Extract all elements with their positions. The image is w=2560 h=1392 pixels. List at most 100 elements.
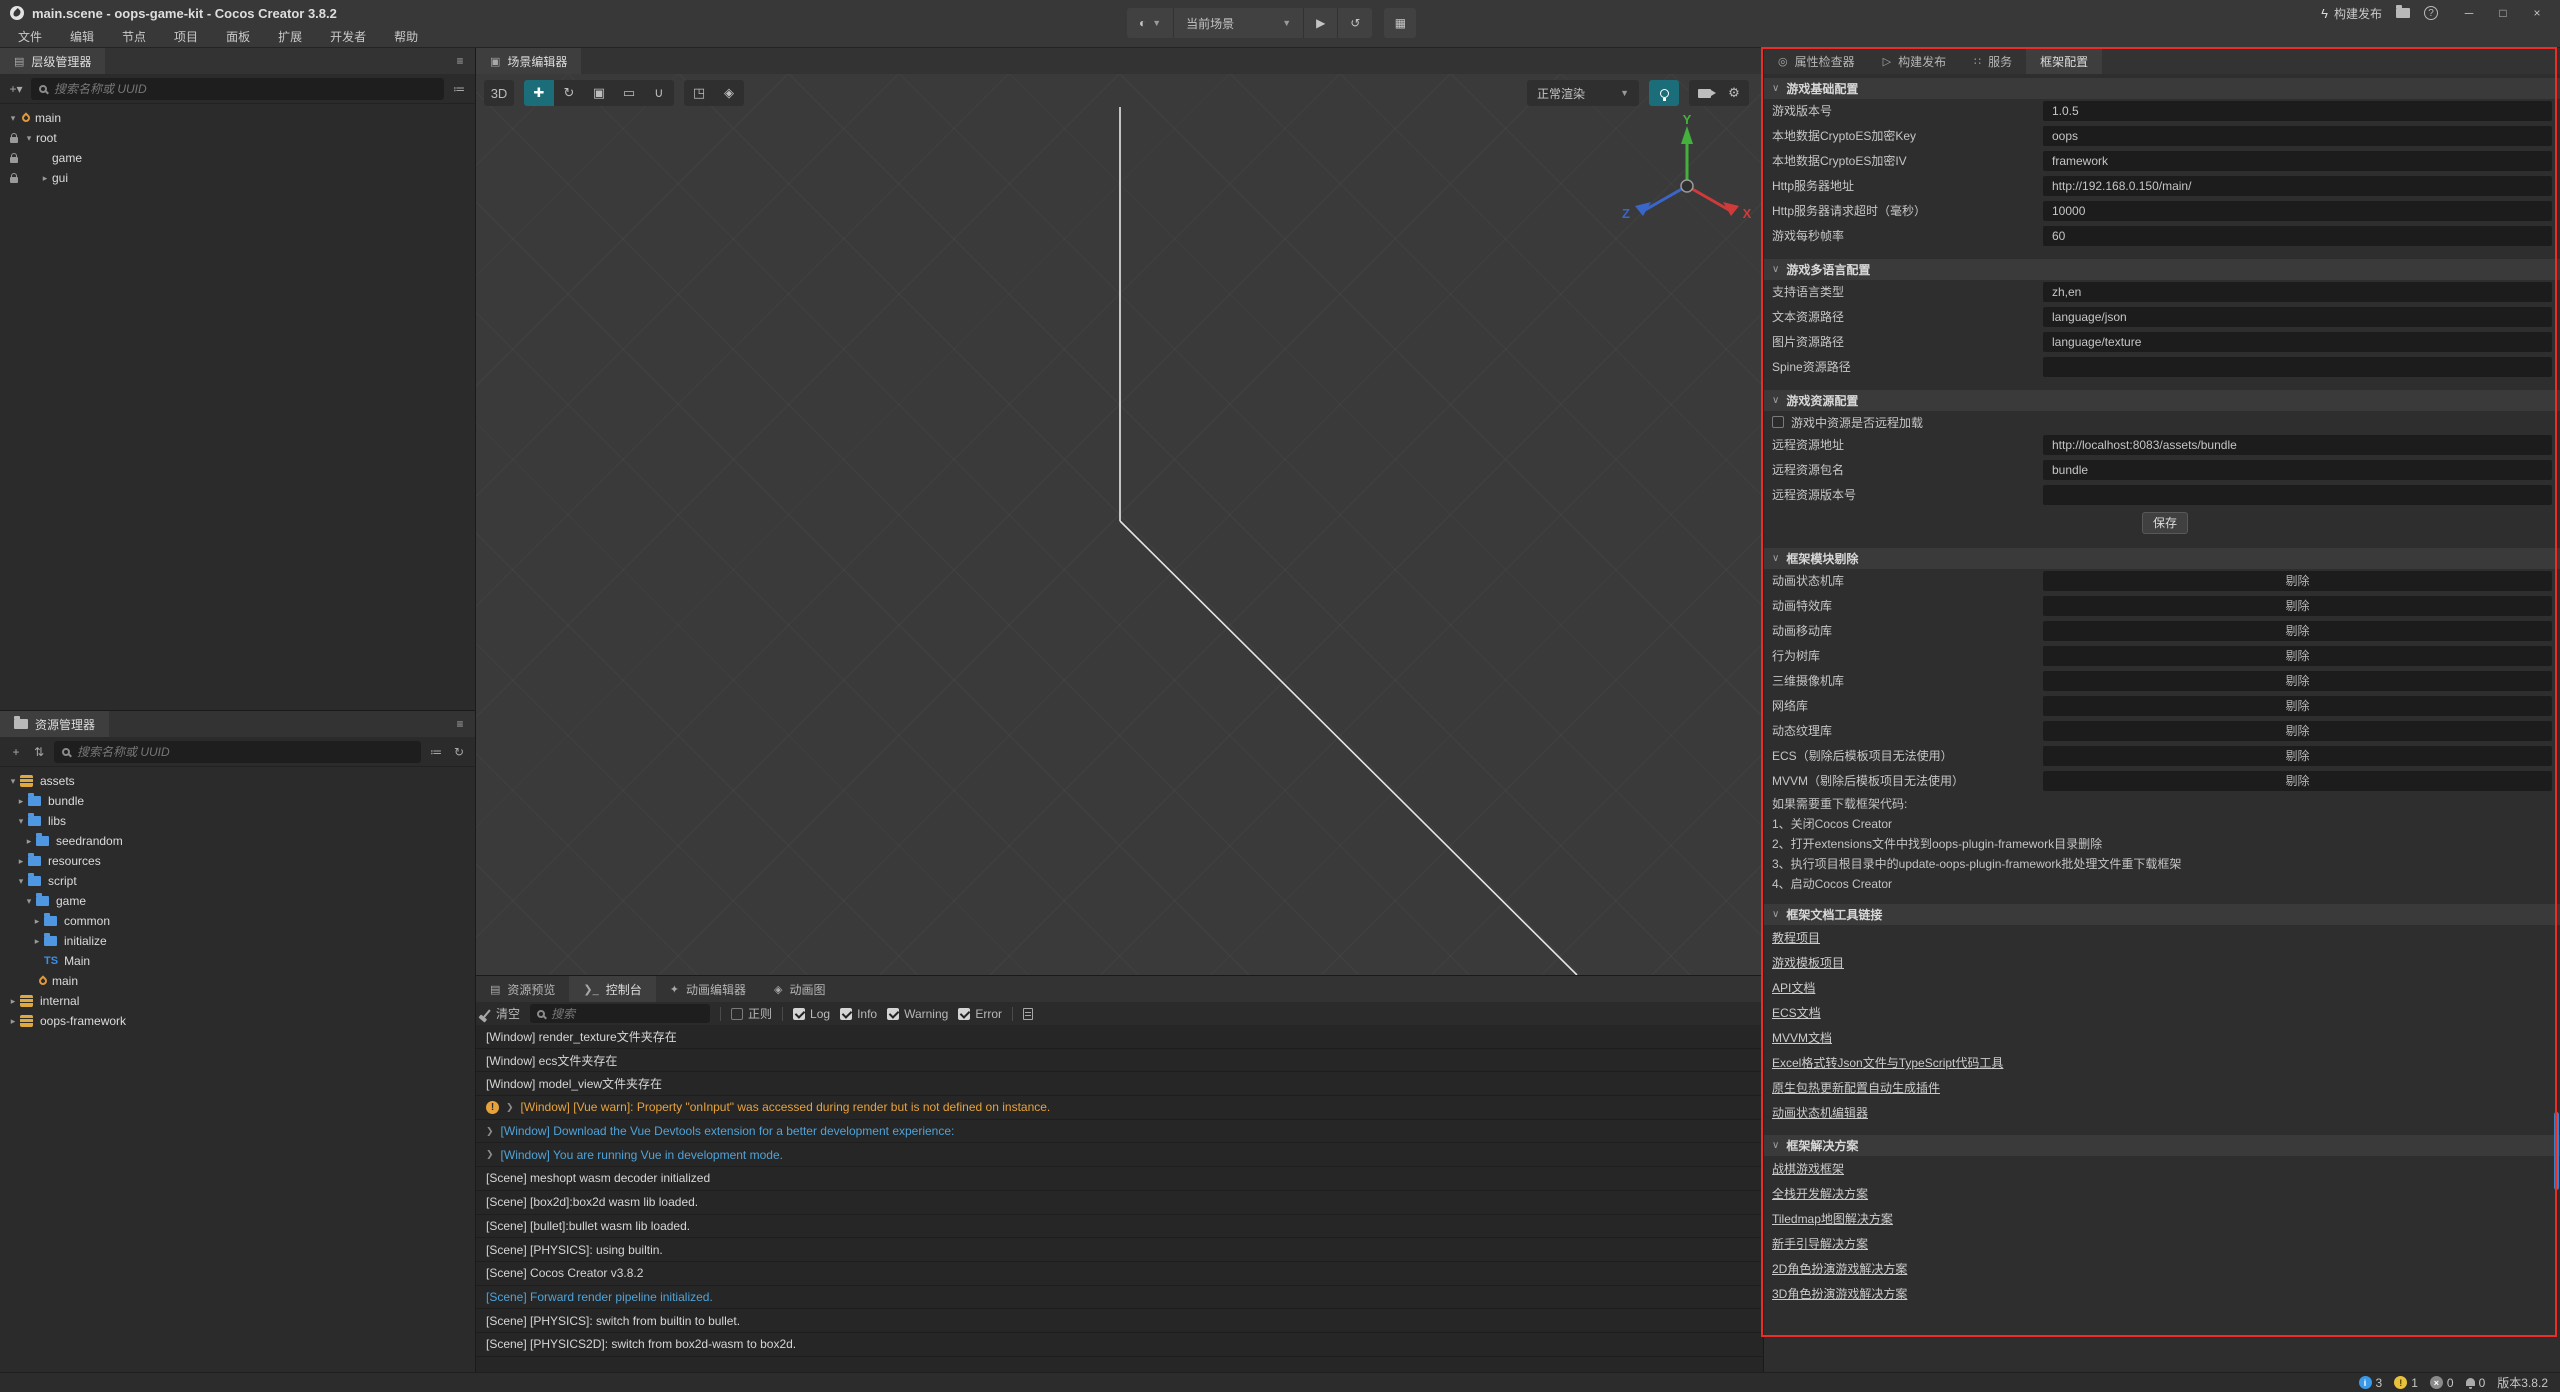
statusbar-error[interactable]: × 0 — [2430, 1376, 2454, 1390]
section-doc-links[interactable]: ∨ 框架文档工具链接 — [1764, 904, 2560, 925]
remove-render-texture-button[interactable]: 剔除 — [2043, 721, 2552, 741]
assets-tab[interactable]: 资源管理器 — [0, 711, 109, 737]
log-row[interactable]: [Scene] [bullet]:bullet wasm lib loaded. — [476, 1215, 1763, 1239]
camera-settings-button[interactable] — [1689, 80, 1719, 106]
caret-expanded-icon[interactable]: ▾ — [14, 816, 28, 827]
minimize-button[interactable]: ─ — [2452, 0, 2486, 26]
scene-viewport[interactable]: 3D ✚ ↻ ▣ ▭ ∪ ◳ ◈ 正常渲染 ▼ ⚙ — [476, 74, 1763, 975]
tab-animation-editor[interactable]: ✦ 动画编辑器 — [656, 976, 760, 1002]
caret-collapsed-icon[interactable]: ▸ — [6, 1016, 20, 1027]
log-row-info[interactable]: ❯ [Window] Download the Vue Devtools ext… — [476, 1120, 1763, 1144]
hierarchy-filter-icon[interactable]: ≔ — [451, 82, 467, 96]
scale-tool-button[interactable]: ▣ — [584, 80, 614, 106]
asset-node-common[interactable]: ▸ common — [0, 911, 475, 931]
crypto-key-input[interactable] — [2043, 126, 2552, 146]
asset-node-game[interactable]: ▾ game — [0, 891, 475, 911]
log-row[interactable]: [Scene] Cocos Creator v3.8.2 — [476, 1262, 1763, 1286]
menu-developer[interactable]: 开发者 — [316, 26, 380, 48]
section-module-trim[interactable]: ∨ 框架模块剔除 — [1764, 548, 2560, 569]
lock-icon[interactable] — [6, 174, 22, 183]
link-template-project[interactable]: 游戏模板项目 — [1764, 950, 2560, 975]
image-res-path-input[interactable] — [2043, 332, 2552, 352]
log-row[interactable]: [Scene] meshopt wasm decoder initialized — [476, 1167, 1763, 1191]
lock-icon[interactable] — [6, 134, 22, 143]
platform-select-button[interactable]: ◐▼ — [1127, 8, 1174, 38]
scene-select[interactable]: 当前场景 ▼ — [1174, 8, 1304, 38]
expand-arrow-icon[interactable]: ❯ — [486, 1149, 494, 1160]
log-row[interactable]: [Window] ecs文件夹存在 — [476, 1049, 1763, 1073]
console-search-input[interactable] — [551, 1007, 703, 1021]
link-api-docs[interactable]: API文档 — [1764, 975, 2560, 1000]
checkbox-checked[interactable] — [887, 1008, 899, 1020]
tab-framework-config[interactable]: 框架配置 — [2026, 48, 2102, 74]
regex-checkbox[interactable]: 正则 — [731, 1005, 772, 1022]
tab-console[interactable]: ❯_ 控制台 — [569, 976, 655, 1002]
expand-arrow-icon[interactable]: ❯ — [506, 1102, 514, 1113]
log-row-info[interactable]: [Scene] Forward render pipeline initiali… — [476, 1286, 1763, 1310]
close-button[interactable]: × — [2520, 0, 2554, 26]
caret-expanded-icon[interactable]: ▾ — [6, 113, 20, 124]
assets-refresh-icon[interactable]: ↻ — [451, 745, 467, 759]
view-gizmo[interactable]: Y X Z — [1612, 114, 1762, 249]
menu-file[interactable]: 文件 — [4, 26, 56, 48]
rect-tool-button[interactable]: ▭ — [614, 80, 644, 106]
caret-collapsed-icon[interactable]: ▸ — [30, 916, 44, 927]
menu-extension[interactable]: 扩展 — [264, 26, 316, 48]
log-row[interactable]: [Window] model_view文件夹存在 — [476, 1072, 1763, 1096]
http-timeout-input[interactable] — [2043, 201, 2552, 221]
asset-node-libs[interactable]: ▾ libs — [0, 811, 475, 831]
tree-node-game[interactable]: game — [0, 148, 475, 168]
menu-help[interactable]: 帮助 — [380, 26, 432, 48]
hierarchy-tab[interactable]: ▤ 层级管理器 — [0, 48, 105, 74]
lighting-toggle-button[interactable] — [1649, 80, 1679, 106]
log-row[interactable]: [Scene] [PHYSICS]: using builtin. — [476, 1238, 1763, 1262]
statusbar-notifications[interactable]: 0 — [2466, 1376, 2486, 1390]
link-tutorial-project[interactable]: 教程项目 — [1764, 925, 2560, 950]
crypto-iv-input[interactable] — [2043, 151, 2552, 171]
link-excel-tool[interactable]: Excel格式转Json文件与TypeScript代码工具 — [1764, 1050, 2560, 1075]
assets-filter-icon[interactable]: ≔ — [428, 745, 444, 759]
menu-edit[interactable]: 编辑 — [56, 26, 108, 48]
caret-collapsed-icon[interactable]: ▸ — [14, 796, 28, 807]
transform-tool-button[interactable]: ∪ — [644, 80, 674, 106]
asset-node-assets[interactable]: ▾ assets — [0, 771, 475, 791]
link-strategy-framework[interactable]: 战棋游戏框架 — [1764, 1156, 2560, 1181]
tab-build-publish[interactable]: ▷ 构建发布 — [1869, 48, 1960, 74]
mode-3d-button[interactable]: 3D — [484, 80, 514, 106]
inspector-scrollbar[interactable] — [2554, 1112, 2559, 1190]
asset-node-script[interactable]: ▾ script — [0, 871, 475, 891]
remove-effect-button[interactable]: 剔除 — [2043, 596, 2552, 616]
menu-panel[interactable]: 面板 — [212, 26, 264, 48]
log-row-info[interactable]: ❯ [Window] You are running Vue in develo… — [476, 1143, 1763, 1167]
section-resource-config[interactable]: ∨ 游戏资源配置 — [1764, 390, 2560, 411]
filter-log-checkbox[interactable]: Log — [793, 1007, 830, 1021]
asset-node-bundle[interactable]: ▸ bundle — [0, 791, 475, 811]
scene-settings-button[interactable]: ⚙ — [1719, 80, 1749, 106]
asset-node-initialize[interactable]: ▸ initialize — [0, 931, 475, 951]
remove-behavior-tree-button[interactable]: 剔除 — [2043, 646, 2552, 666]
filter-warning-checkbox[interactable]: Warning — [887, 1007, 948, 1021]
log-row[interactable]: [Scene] [PHYSICS]: switch from builtin t… — [476, 1309, 1763, 1333]
maximize-button[interactable]: □ — [2486, 0, 2520, 26]
tab-services[interactable]: ∷ 服务 — [1960, 48, 2026, 74]
link-guide-solution[interactable]: 新手引导解决方案 — [1764, 1231, 2560, 1256]
rotate-tool-button[interactable]: ↻ — [554, 80, 584, 106]
log-row-warning[interactable]: ! ❯ [Window] [Vue warn]: Property "onInp… — [476, 1096, 1763, 1120]
asset-node-oops-framework[interactable]: ▸ oops-framework — [0, 1011, 475, 1031]
help-button[interactable]: ? — [2424, 6, 2438, 20]
remote-bundle-name-input[interactable] — [2043, 460, 2552, 480]
checkbox-checked[interactable] — [793, 1008, 805, 1020]
link-3d-rpg-solution[interactable]: 3D角色扮演游戏解决方案 — [1764, 1281, 2560, 1306]
link-hotupdate-plugin[interactable]: 原生包热更新配置自动生成插件 — [1764, 1075, 2560, 1100]
tab-animation-graph[interactable]: ◈ 动画图 — [760, 976, 839, 1002]
move-tool-button[interactable]: ✚ — [524, 80, 554, 106]
remove-animator-button[interactable]: 剔除 — [2043, 571, 2552, 591]
tab-asset-preview[interactable]: ▤ 资源预览 — [476, 976, 569, 1002]
asset-node-seedrandom[interactable]: ▸ seedrandom — [0, 831, 475, 851]
remove-camera-button[interactable]: 剔除 — [2043, 671, 2552, 691]
filter-info-checkbox[interactable]: Info — [840, 1007, 877, 1021]
log-row[interactable]: [Scene] [PHYSICS2D]: switch from box2d-w… — [476, 1333, 1763, 1357]
play-button[interactable]: ▶ — [1304, 8, 1338, 38]
hierarchy-menu-icon[interactable]: ≡ — [445, 48, 475, 74]
link-animator-editor[interactable]: 动画状态机编辑器 — [1764, 1100, 2560, 1125]
